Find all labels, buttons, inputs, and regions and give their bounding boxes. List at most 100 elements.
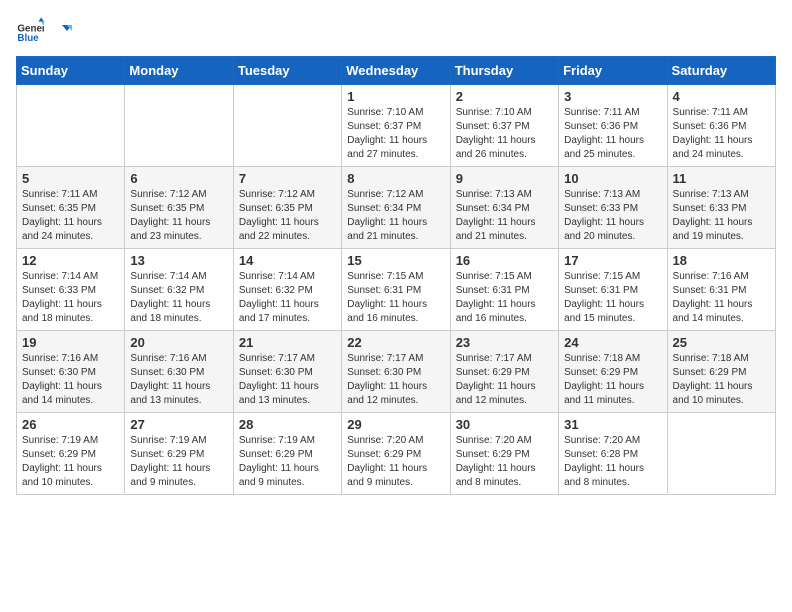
day-number: 3 (564, 89, 661, 104)
day-info: Sunrise: 7:15 AM Sunset: 6:31 PM Dayligh… (347, 270, 444, 326)
svg-text:Blue: Blue (17, 33, 39, 44)
week-row-3: 12Sunrise: 7:14 AM Sunset: 6:33 PM Dayli… (17, 249, 776, 331)
weekday-header-sunday: Sunday (17, 57, 125, 85)
calendar-cell: 15 Sunrise: 7:15 AM Sunset: 6:31 PM Dayli… (342, 249, 450, 331)
day-number: 7 (239, 171, 336, 186)
weekday-header-wednesday: Wednesday (342, 57, 450, 85)
calendar-cell (125, 85, 233, 167)
day-info: Sunrise: 7:13 AM Sunset: 6:33 PM Dayligh… (673, 188, 770, 244)
calendar-cell: 5 Sunrise: 7:11 AM Sunset: 6:35 PM Daylig… (17, 167, 125, 249)
day-number: 27 (130, 417, 227, 432)
day-number: 8 (347, 171, 444, 186)
calendar-cell: 9Sunrise: 7:13 AM Sunset: 6:34 PM Daylig… (450, 167, 558, 249)
weekday-header-friday: Friday (559, 57, 667, 85)
calendar-cell: 28 Sunrise: 7:19 AM Sunset: 6:29 PM Dayli… (233, 413, 341, 495)
day-info: Sunrise: 7:12 AM Sunset: 6:34 PM Dayligh… (347, 188, 444, 244)
logo: General Blue (16, 16, 72, 44)
day-info: Sunrise: 7:11 AM Sunset: 6:36 PM Dayligh… (673, 106, 770, 162)
day-info: Sunrise: 7:16 AM Sunset: 6:31 PM Dayligh… (673, 270, 770, 326)
day-info: Sunrise: 7:15 AM Sunset: 6:31 PM Dayligh… (456, 270, 553, 326)
day-number: 21 (239, 335, 336, 350)
calendar-cell: 4 Sunrise: 7:11 AM Sunset: 6:36 PM Daylig… (667, 85, 775, 167)
day-number: 13 (130, 253, 227, 268)
day-info: Sunrise: 7:12 AM Sunset: 6:35 PM Dayligh… (130, 188, 227, 244)
day-number: 24 (564, 335, 661, 350)
day-info: Sunrise: 7:19 AM Sunset: 6:29 PM Dayligh… (22, 434, 119, 490)
day-number: 14 (239, 253, 336, 268)
week-row-1: 1Sunrise: 7:10 AM Sunset: 6:37 PM Daylig… (17, 85, 776, 167)
day-info: Sunrise: 7:16 AM Sunset: 6:30 PM Dayligh… (130, 352, 227, 408)
calendar-cell: 24 Sunrise: 7:18 AM Sunset: 6:29 PM Dayli… (559, 331, 667, 413)
page-header: General Blue (16, 16, 776, 44)
day-number: 15 (347, 253, 444, 268)
day-number: 30 (456, 417, 553, 432)
day-number: 25 (673, 335, 770, 350)
calendar-cell: 8 Sunrise: 7:12 AM Sunset: 6:34 PM Daylig… (342, 167, 450, 249)
day-info: Sunrise: 7:18 AM Sunset: 6:29 PM Dayligh… (564, 352, 661, 408)
calendar-cell: 19 Sunrise: 7:16 AM Sunset: 6:30 PM Dayli… (17, 331, 125, 413)
day-info: Sunrise: 7:14 AM Sunset: 6:32 PM Dayligh… (239, 270, 336, 326)
day-number: 26 (22, 417, 119, 432)
day-number: 22 (347, 335, 444, 350)
calendar-cell: 23Sunrise: 7:17 AM Sunset: 6:29 PM Dayli… (450, 331, 558, 413)
week-row-5: 26 Sunrise: 7:19 AM Sunset: 6:29 PM Dayli… (17, 413, 776, 495)
weekday-header-saturday: Saturday (667, 57, 775, 85)
calendar-cell: 6Sunrise: 7:12 AM Sunset: 6:35 PM Daylig… (125, 167, 233, 249)
calendar-table: SundayMondayTuesdayWednesdayThursdayFrid… (16, 56, 776, 495)
day-number: 9 (456, 171, 553, 186)
day-number: 4 (673, 89, 770, 104)
calendar-cell: 30 Sunrise: 7:20 AM Sunset: 6:29 PM Dayli… (450, 413, 558, 495)
day-number: 16 (456, 253, 553, 268)
day-info: Sunrise: 7:12 AM Sunset: 6:35 PM Dayligh… (239, 188, 336, 244)
day-number: 5 (22, 171, 119, 186)
calendar-cell: 11 Sunrise: 7:13 AM Sunset: 6:33 PM Dayli… (667, 167, 775, 249)
day-info: Sunrise: 7:18 AM Sunset: 6:29 PM Dayligh… (673, 352, 770, 408)
day-info: Sunrise: 7:20 AM Sunset: 6:29 PM Dayligh… (456, 434, 553, 490)
day-info: Sunrise: 7:11 AM Sunset: 6:35 PM Dayligh… (22, 188, 119, 244)
day-number: 31 (564, 417, 661, 432)
calendar-cell: 10Sunrise: 7:13 AM Sunset: 6:33 PM Dayli… (559, 167, 667, 249)
day-info: Sunrise: 7:19 AM Sunset: 6:29 PM Dayligh… (239, 434, 336, 490)
calendar-cell (667, 413, 775, 495)
day-info: Sunrise: 7:16 AM Sunset: 6:30 PM Dayligh… (22, 352, 119, 408)
calendar-cell: 14 Sunrise: 7:14 AM Sunset: 6:32 PM Dayli… (233, 249, 341, 331)
calendar-cell: 31 Sunrise: 7:20 AM Sunset: 6:28 PM Dayli… (559, 413, 667, 495)
calendar-cell: 26 Sunrise: 7:19 AM Sunset: 6:29 PM Dayli… (17, 413, 125, 495)
weekday-header-row: SundayMondayTuesdayWednesdayThursdayFrid… (17, 57, 776, 85)
day-number: 2 (456, 89, 553, 104)
calendar-cell (17, 85, 125, 167)
calendar-cell: 1Sunrise: 7:10 AM Sunset: 6:37 PM Daylig… (342, 85, 450, 167)
day-number: 1 (347, 89, 444, 104)
day-info: Sunrise: 7:17 AM Sunset: 6:30 PM Dayligh… (239, 352, 336, 408)
day-number: 29 (347, 417, 444, 432)
day-number: 11 (673, 171, 770, 186)
day-info: Sunrise: 7:14 AM Sunset: 6:32 PM Dayligh… (130, 270, 227, 326)
calendar-cell: 29Sunrise: 7:20 AM Sunset: 6:29 PM Dayli… (342, 413, 450, 495)
calendar-cell: 20Sunrise: 7:16 AM Sunset: 6:30 PM Dayli… (125, 331, 233, 413)
calendar-cell: 27 Sunrise: 7:19 AM Sunset: 6:29 PM Dayli… (125, 413, 233, 495)
day-number: 19 (22, 335, 119, 350)
calendar-cell: 7 Sunrise: 7:12 AM Sunset: 6:35 PM Daylig… (233, 167, 341, 249)
day-number: 23 (456, 335, 553, 350)
day-info: Sunrise: 7:17 AM Sunset: 6:30 PM Dayligh… (347, 352, 444, 408)
day-info: Sunrise: 7:19 AM Sunset: 6:29 PM Dayligh… (130, 434, 227, 490)
calendar-cell: 21 Sunrise: 7:17 AM Sunset: 6:30 PM Dayli… (233, 331, 341, 413)
day-number: 12 (22, 253, 119, 268)
day-number: 17 (564, 253, 661, 268)
day-number: 28 (239, 417, 336, 432)
weekday-header-thursday: Thursday (450, 57, 558, 85)
day-number: 10 (564, 171, 661, 186)
calendar-cell: 13 Sunrise: 7:14 AM Sunset: 6:32 PM Dayli… (125, 249, 233, 331)
calendar-cell: 17Sunrise: 7:15 AM Sunset: 6:31 PM Dayli… (559, 249, 667, 331)
calendar-cell: 16 Sunrise: 7:15 AM Sunset: 6:31 PM Dayli… (450, 249, 558, 331)
day-info: Sunrise: 7:20 AM Sunset: 6:28 PM Dayligh… (564, 434, 661, 490)
calendar-cell: 22 Sunrise: 7:17 AM Sunset: 6:30 PM Dayli… (342, 331, 450, 413)
day-number: 18 (673, 253, 770, 268)
calendar-cell: 2Sunrise: 7:10 AM Sunset: 6:37 PM Daylig… (450, 85, 558, 167)
logo-bird-icon (50, 21, 72, 43)
calendar-cell: 3Sunrise: 7:11 AM Sunset: 6:36 PM Daylig… (559, 85, 667, 167)
calendar-cell (233, 85, 341, 167)
calendar-cell: 25 Sunrise: 7:18 AM Sunset: 6:29 PM Dayli… (667, 331, 775, 413)
calendar-cell: 18 Sunrise: 7:16 AM Sunset: 6:31 PM Dayli… (667, 249, 775, 331)
weekday-header-monday: Monday (125, 57, 233, 85)
